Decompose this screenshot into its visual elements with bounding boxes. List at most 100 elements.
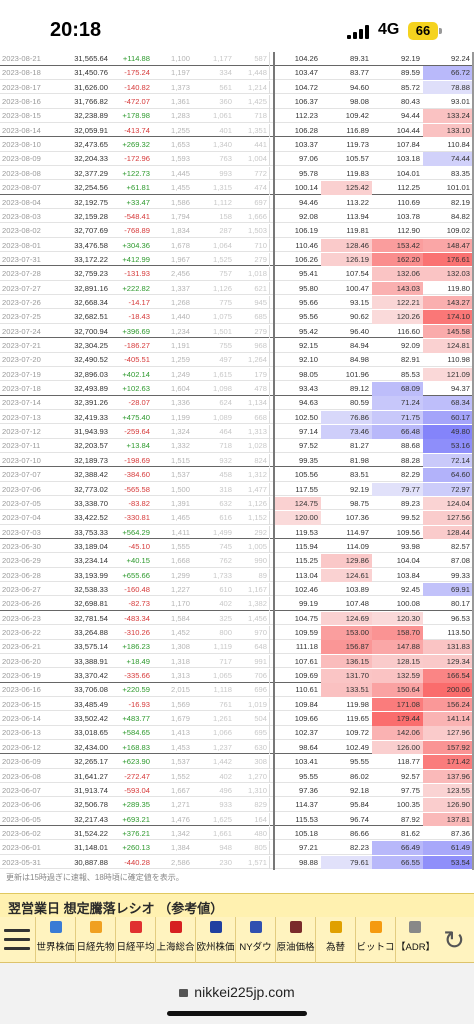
nav-us-flag[interactable]: NYダウ <box>235 917 275 963</box>
table-row: 2023-06-07 31,913.74 -593.04 1,667 496 1,310 9… <box>0 783 474 798</box>
ratio5-cell: 95.80 <box>298 283 318 293</box>
ratio25-cell: 124.04 <box>423 496 472 511</box>
ratio25-cell: 87.08 <box>450 556 470 566</box>
ratio25-cell: 123.55 <box>423 783 472 798</box>
ratio5-cell: 115.53 <box>295 814 318 824</box>
issues-cell: 1,455 <box>170 183 190 193</box>
ratio15-cell: 142.06 <box>372 726 423 740</box>
ratio15-cell: 109.56 <box>396 527 420 537</box>
advances-cell: 401 <box>219 125 232 135</box>
declines-cell: 805 <box>234 841 270 855</box>
issues-cell: 1,332 <box>170 441 190 451</box>
nav-globe[interactable]: 世界株価 <box>35 917 75 963</box>
issues-cell: 1,445 <box>170 168 190 178</box>
nav-eu-flag[interactable]: 欧州株価 <box>195 917 235 963</box>
date-cell: 2023-08-10 <box>2 140 41 150</box>
ratio5-cell: 110.61 <box>295 685 318 695</box>
nav-currency[interactable]: 為替 <box>315 917 355 963</box>
ratio25-cell: 156.24 <box>423 697 472 712</box>
advances-cell: 624 <box>219 398 232 408</box>
date-cell: 2023-06-26 <box>2 599 41 609</box>
ratio15-cell: 118.77 <box>397 757 420 767</box>
date-cell: 2023-06-01 <box>2 843 41 853</box>
close-cell: 32,700.94 <box>74 326 108 336</box>
ratio10-cell: 119.65 <box>346 714 369 724</box>
change-cell: +40.15 <box>126 556 150 566</box>
close-cell: 32,203.57 <box>74 441 108 451</box>
ratio15-cell: 79.77 <box>372 482 423 496</box>
ratio25-cell: 137.81 <box>423 812 472 827</box>
ratio10-cell: 86.66 <box>349 828 369 838</box>
ratio15-cell: 94.44 <box>400 111 420 121</box>
close-cell: 32,668.34 <box>74 297 108 307</box>
change-cell: -160.48 <box>124 584 150 594</box>
declines-cell: 970 <box>234 626 270 640</box>
ratio10-cell: 73.46 <box>321 425 372 439</box>
ratio15-cell: 103.18 <box>396 154 420 164</box>
ratio15-cell: 71.75 <box>372 410 423 425</box>
ratio10-cell: 114.09 <box>346 541 369 551</box>
close-cell: 33,575.14 <box>74 642 108 652</box>
ratio10-cell: 116.89 <box>346 125 369 135</box>
issues-cell: 1,667 <box>170 785 190 795</box>
advances-cell: 561 <box>219 82 232 92</box>
date-cell: 2023-08-17 <box>2 82 41 92</box>
ratio25-cell: 131.83 <box>423 640 472 654</box>
ratio15-cell: 68.09 <box>372 382 423 396</box>
ratio10-cell: 76.86 <box>321 410 372 425</box>
declines-cell: 1,019 <box>234 697 270 712</box>
date-cell: 2023-06-13 <box>2 728 41 738</box>
nav-china-flag[interactable]: 上海総合 <box>155 917 195 963</box>
advances-cell: 993 <box>219 168 232 178</box>
ratio10-cell: 119.81 <box>346 226 369 236</box>
close-cell: 32,159.28 <box>74 211 108 221</box>
close-cell: 31,766.82 <box>74 97 108 107</box>
ratio25-cell: 82.57 <box>450 541 470 551</box>
advances-cell: 158 <box>219 211 232 221</box>
nav-futures[interactable]: 日経先物 <box>75 917 115 963</box>
forecast-banner[interactable]: 翌営業日 想定騰落レシオ （参考値） <box>0 893 474 917</box>
table-row: 2023-08-15 32,238.89 +178.98 1,283 1,061 718 1… <box>0 109 474 123</box>
change-cell: -413.74 <box>124 125 150 135</box>
nav-nikkei[interactable]: 日経平均 <box>115 917 155 963</box>
date-cell: 2023-06-21 <box>2 642 41 652</box>
menu-icon[interactable] <box>4 927 30 953</box>
ratio5-cell: 95.42 <box>298 326 318 336</box>
ratio5-cell: 95.78 <box>298 168 318 178</box>
change-cell: +178.98 <box>122 111 150 121</box>
advances-cell: 775 <box>219 297 232 307</box>
date-cell: 2023-07-26 <box>2 297 41 307</box>
advances-cell: 1,126 <box>212 283 232 293</box>
nav-oil-drop[interactable]: 原油価格 <box>275 917 315 963</box>
change-cell: +61.81 <box>126 183 150 193</box>
ratio10-cell: 156.87 <box>321 640 372 654</box>
close-cell: 33,370.42 <box>74 671 108 681</box>
ratio25-cell: 127.56 <box>423 511 472 525</box>
ratio10-cell: 113.94 <box>346 211 369 221</box>
ratio15-cell: 126.00 <box>372 740 423 755</box>
table-row: 2023-06-22 33,264.88 -310.26 1,452 800 970 109… <box>0 626 474 640</box>
issues-cell: 1,373 <box>170 82 190 92</box>
ratio25-cell: 72.14 <box>423 453 472 468</box>
ratio15-cell: 143.03 <box>372 281 423 296</box>
ratio15-cell: 66.49 <box>372 841 423 855</box>
close-cell: 33,476.58 <box>74 240 108 250</box>
ratio10-cell: 128.46 <box>321 238 372 253</box>
ratio5-cell: 106.26 <box>294 254 318 264</box>
ratio10-cell: 79.61 <box>321 855 372 870</box>
advances-cell: 1,064 <box>212 240 232 250</box>
declines-cell: 1,503 <box>234 224 270 238</box>
change-cell: +402.14 <box>122 369 150 379</box>
change-cell: -593.04 <box>124 785 150 795</box>
nav-bitcoin[interactable]: ビットコ <box>355 917 395 963</box>
reload-icon[interactable]: ↻ <box>438 922 470 958</box>
change-cell: +269.32 <box>122 140 150 150</box>
ratio5-cell: 95.56 <box>298 312 318 322</box>
ratio5-cell: 99.19 <box>298 599 318 609</box>
nav-adr[interactable]: 【ADR】 <box>395 917 435 963</box>
table-row: 2023-06-06 32,506.78 +289.35 1,271 933 829 114… <box>0 798 474 812</box>
ratio15-cell: 66.55 <box>372 855 423 870</box>
declines-cell: 1,571 <box>234 855 270 870</box>
close-cell: 33,753.33 <box>74 527 108 537</box>
close-cell: 33,264.88 <box>74 628 108 637</box>
